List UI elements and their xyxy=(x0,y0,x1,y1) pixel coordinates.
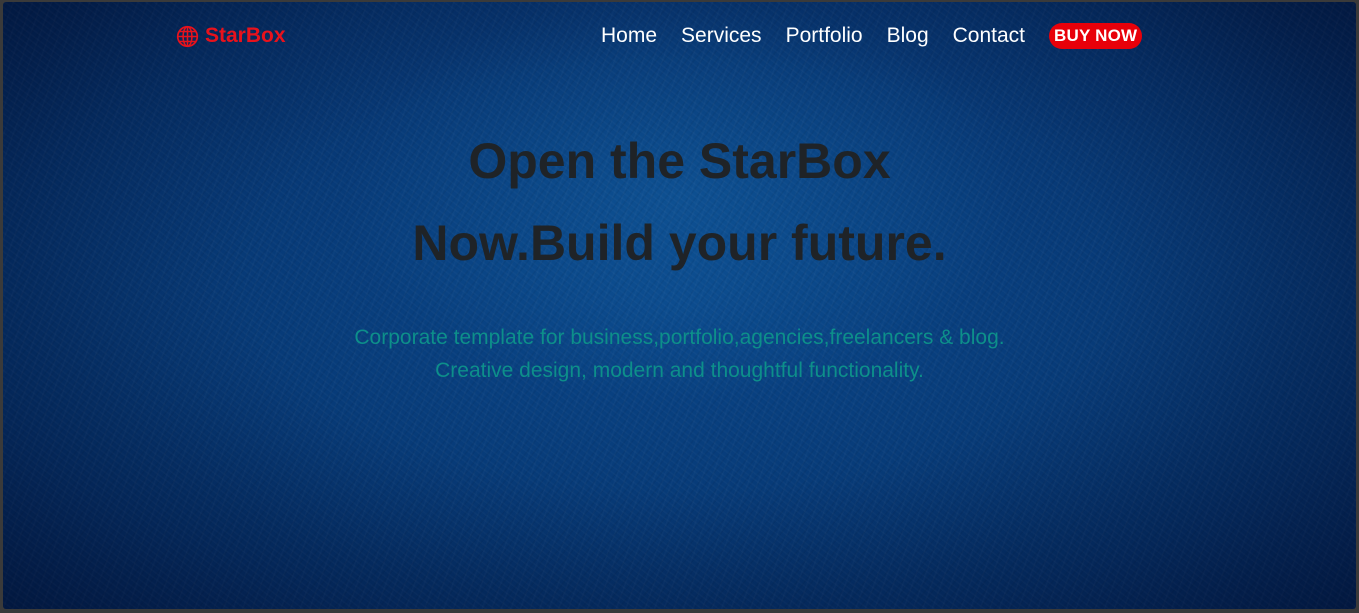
background-texture xyxy=(3,2,1356,609)
globe-icon xyxy=(176,25,199,48)
brand-logo-link[interactable]: StarBox xyxy=(176,22,286,50)
hero-headline-line-2: Now.Build your future. xyxy=(412,215,947,271)
background-vignette xyxy=(3,2,1356,609)
hero-section: StarBox Home Services Portfolio Blog Con… xyxy=(3,2,1356,609)
nav-link-services[interactable]: Services xyxy=(681,22,762,50)
top-navbar: StarBox Home Services Portfolio Blog Con… xyxy=(3,2,1356,70)
buy-now-button[interactable]: BUY NOW xyxy=(1049,23,1143,49)
hero-subtitle: Corporate template for business,portfoli… xyxy=(3,321,1356,387)
hero-subtitle-line-2: Creative design, modern and thoughtful f… xyxy=(435,359,924,382)
nav-link-blog[interactable]: Blog xyxy=(887,22,929,50)
hero-headline: Open the StarBox Now.Build your future. xyxy=(3,120,1356,284)
brand-name: StarBox xyxy=(205,24,286,47)
nav-link-contact[interactable]: Contact xyxy=(953,22,1025,50)
main-menu: Home Services Portfolio Blog Contact BUY… xyxy=(601,22,1143,50)
hero-subtitle-line-1: Corporate template for business,portfoli… xyxy=(354,326,1005,349)
nav-link-home[interactable]: Home xyxy=(601,22,657,50)
nav-link-portfolio[interactable]: Portfolio xyxy=(786,22,863,50)
hero-headline-line-1: Open the StarBox xyxy=(468,133,891,189)
